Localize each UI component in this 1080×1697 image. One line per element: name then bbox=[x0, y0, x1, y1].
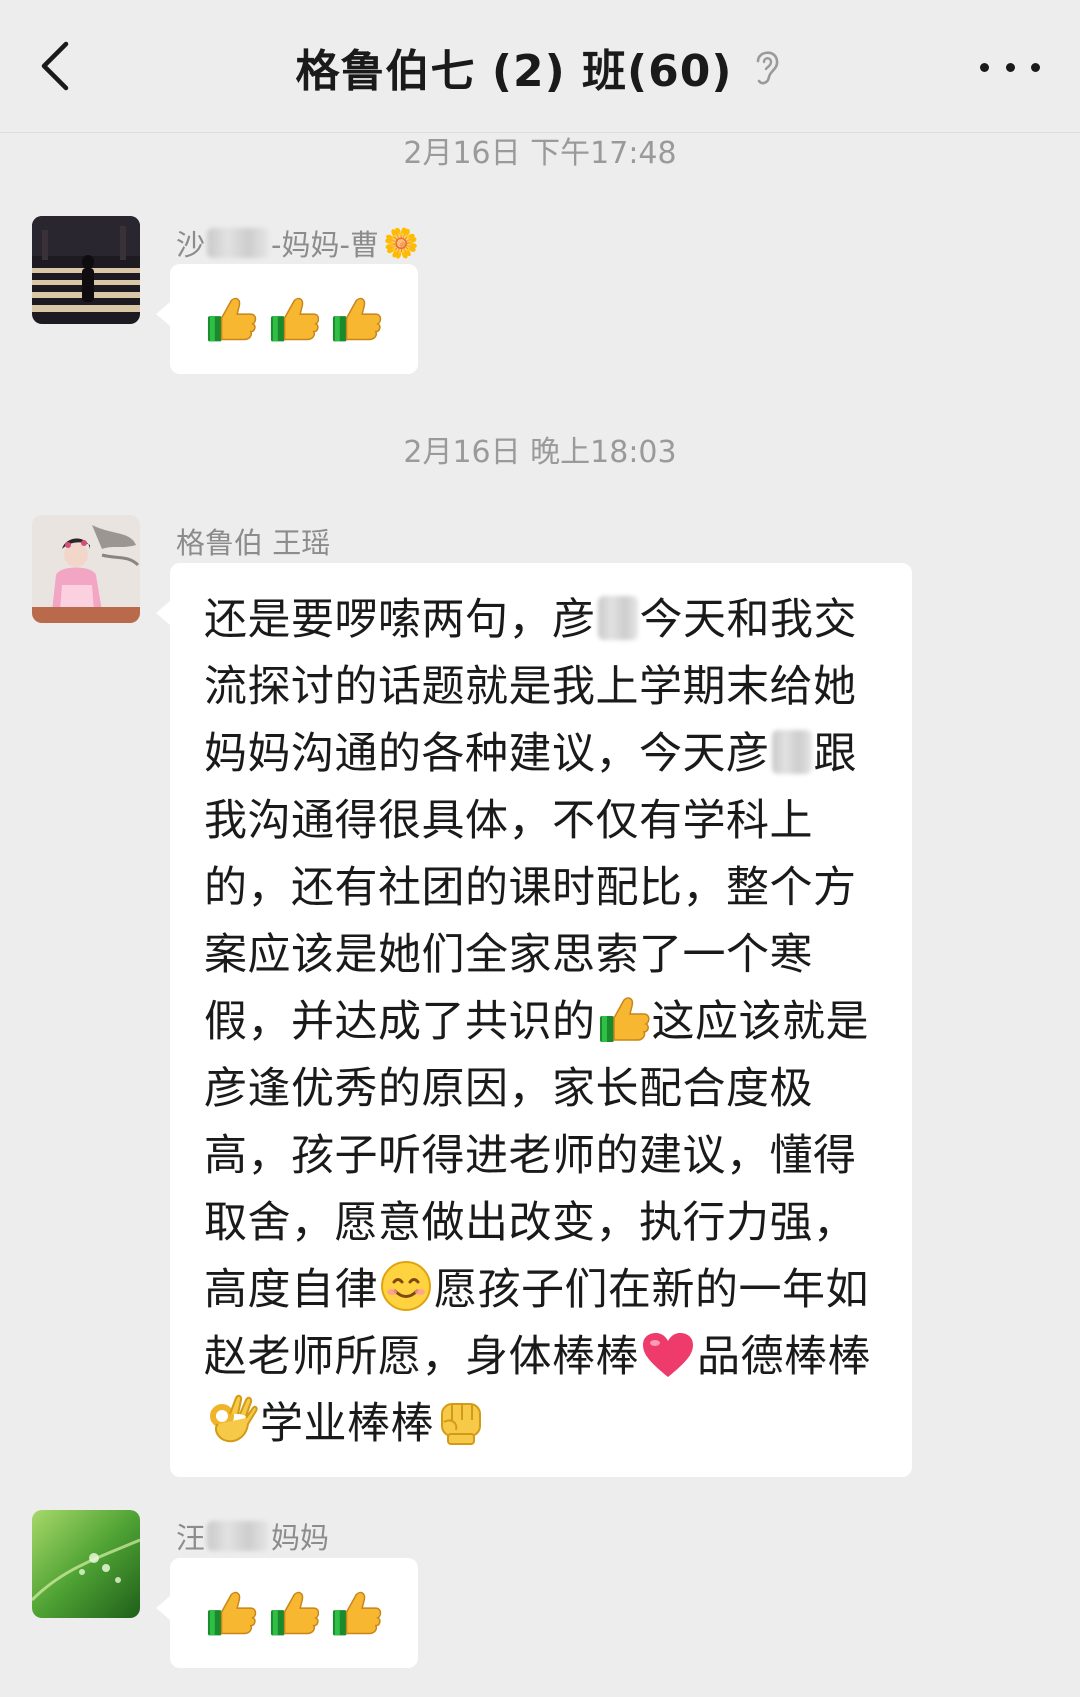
thumbs-up-icon bbox=[207, 1591, 257, 1636]
message-bubble[interactable]: 还是要啰嗦两句，彦 今天和我交流探讨的话题就是我上学期末给她妈妈沟通的各种建议，今… bbox=[156, 563, 912, 1477]
message-bubble[interactable] bbox=[156, 1558, 418, 1668]
more-options-button[interactable] bbox=[980, 52, 1040, 82]
message-bubble[interactable] bbox=[156, 264, 418, 374]
message-text: 还是要啰嗦两句，彦 今天和我交流探讨的话题就是我上学期末给她妈妈沟通的各种建议，今… bbox=[204, 595, 871, 1449]
thumbs-up-icon bbox=[207, 297, 257, 342]
blurred-name bbox=[207, 1521, 270, 1551]
blurred-name bbox=[597, 596, 638, 640]
sender-name: 沙 -妈妈-曹 🌼 bbox=[176, 225, 420, 263]
title-area: 格鲁伯七 (2) 班(60) bbox=[0, 34, 1080, 100]
ok-hand-icon bbox=[210, 1394, 258, 1443]
avatar[interactable] bbox=[32, 515, 140, 623]
emoji-row bbox=[170, 264, 418, 374]
ear-icon[interactable] bbox=[750, 45, 784, 89]
avatar[interactable] bbox=[32, 216, 140, 324]
heart-icon bbox=[643, 1333, 693, 1377]
smile-icon bbox=[381, 1261, 431, 1311]
more-dots-icon bbox=[980, 62, 989, 72]
raised-fist-icon bbox=[441, 1403, 481, 1445]
thumbs-up-icon bbox=[599, 997, 649, 1042]
emoji-row bbox=[170, 1558, 418, 1668]
sender-name: 格鲁伯 王瑶 bbox=[176, 526, 331, 560]
flower-icon: 🌼 bbox=[382, 225, 420, 260]
thumbs-up-icon bbox=[333, 297, 382, 342]
avatar[interactable] bbox=[32, 1510, 140, 1618]
timestamp: 2月16日 晚上18:03 bbox=[403, 435, 677, 470]
thumbs-up-icon bbox=[270, 297, 319, 342]
thumbs-up-icon bbox=[270, 1591, 319, 1636]
sender-name: 汪 妈妈 bbox=[176, 1521, 330, 1555]
blurred-name bbox=[771, 730, 812, 774]
timestamp: 2月16日 下午17:48 bbox=[403, 136, 677, 171]
blurred-name bbox=[207, 228, 270, 258]
thumbs-up-icon bbox=[333, 1591, 382, 1636]
chat-title: 格鲁伯七 (2) 班(60) bbox=[295, 46, 733, 97]
chat-header: 格鲁伯七 (2) 班(60) bbox=[0, 0, 1080, 133]
